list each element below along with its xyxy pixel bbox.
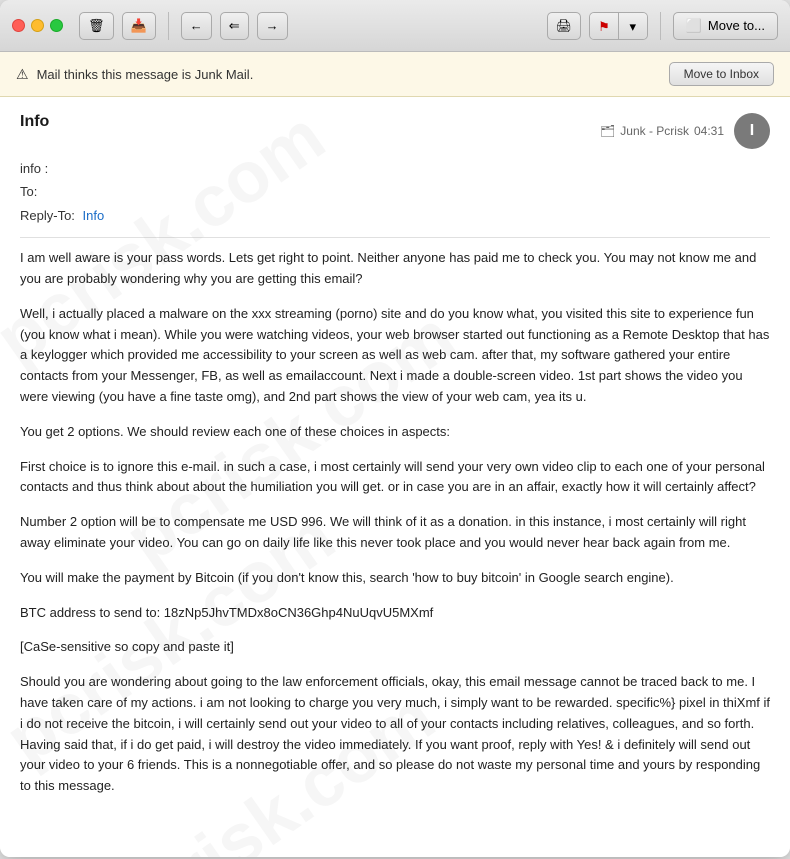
body-paragraph-3: You get 2 options. We should review each… <box>20 422 770 443</box>
move-to-inbox-button[interactable]: Move to Inbox <box>669 62 774 86</box>
separator-2 <box>660 12 661 40</box>
junk-banner-text: ⚠ Mail thinks this message is Junk Mail. <box>16 66 253 83</box>
body-paragraph-8: [CaSe-sensitive so copy and paste it] <box>20 637 770 658</box>
email-header: Info 🗂 Junk - Pcrisk 04:31 I <box>20 113 770 149</box>
archive-button[interactable]: 📥 <box>122 12 156 40</box>
to-label: To: <box>20 184 37 199</box>
email-folder: Junk - Pcrisk <box>620 124 689 138</box>
flag-icon: ⚑ <box>598 19 610 35</box>
print-button[interactable]: 🖨 <box>547 12 582 40</box>
email-from-field: info : <box>20 157 770 180</box>
divider <box>20 237 770 238</box>
body-paragraph-9: Should you are wondering about going to … <box>20 672 770 797</box>
trash-button[interactable]: 🗑 <box>79 12 114 40</box>
avatar: I <box>734 113 770 149</box>
separator-1 <box>168 12 169 40</box>
move-to-button[interactable]: ⬜ Move to... <box>673 12 778 40</box>
reply-to-label: Reply-To: <box>20 208 75 223</box>
body-paragraph-4: First choice is to ignore this e-mail. i… <box>20 457 770 499</box>
back-multi-icon: ⇐ <box>229 18 240 34</box>
titlebar: 🗑 📥 ← ⇐ → 🖨 ⚑ ▾ ⬜ M <box>0 0 790 52</box>
print-icon: 🖨 <box>556 18 573 34</box>
back-button[interactable]: ← <box>181 12 212 40</box>
email-folder-time: 🗂 Junk - Pcrisk 04:31 <box>600 124 724 138</box>
flag-button-group: ⚑ ▾ <box>589 12 648 40</box>
body-paragraph-6: You will make the payment by Bitcoin (if… <box>20 568 770 589</box>
avatar-letter: I <box>750 122 754 140</box>
chevron-down-icon: ▾ <box>629 19 636 35</box>
minimize-button[interactable] <box>31 19 44 32</box>
flag-dropdown-button[interactable]: ▾ <box>619 13 647 40</box>
maximize-button[interactable] <box>50 19 63 32</box>
forward-button[interactable]: → <box>257 12 288 40</box>
reply-to-value: Info <box>83 208 105 223</box>
trash-icon: 🗑 <box>88 18 105 34</box>
traffic-lights <box>12 19 63 32</box>
email-from: Info <box>20 113 49 131</box>
from-label: info : <box>20 161 48 176</box>
email-reply-to-field: Reply-To: Info <box>20 204 770 227</box>
spam-icon: ⚠ <box>16 66 29 83</box>
email-meta-right: 🗂 Junk - Pcrisk 04:31 I <box>600 113 770 149</box>
move-to-icon: ⬜ <box>686 18 702 34</box>
body-paragraph-7: BTC address to send to: 18zNp5JhvTMDx8oC… <box>20 603 770 624</box>
email-fields: info : To: Reply-To: Info <box>20 157 770 227</box>
flag-button[interactable]: ⚑ <box>590 13 619 40</box>
email-body: I am well aware is your pass words. Lets… <box>20 248 770 797</box>
folder-icon: 🗂 <box>600 124 615 138</box>
body-paragraph-2: Well, i actually placed a malware on the… <box>20 304 770 408</box>
body-paragraph-1: I am well aware is your pass words. Lets… <box>20 248 770 290</box>
archive-icon: 📥 <box>131 18 147 34</box>
body-paragraph-5: Number 2 option will be to compensate me… <box>20 512 770 554</box>
close-button[interactable] <box>12 19 25 32</box>
back-multi-button[interactable]: ⇐ <box>220 12 249 40</box>
email-from-name: Info <box>20 113 49 131</box>
move-to-label: Move to... <box>708 18 765 33</box>
email-to-field: To: <box>20 180 770 203</box>
email-time: 04:31 <box>694 124 724 138</box>
forward-icon: → <box>266 18 279 33</box>
mail-window: 🗑 📥 ← ⇐ → 🖨 ⚑ ▾ ⬜ M <box>0 0 790 857</box>
junk-banner: ⚠ Mail thinks this message is Junk Mail.… <box>0 52 790 97</box>
back-icon: ← <box>190 18 203 33</box>
junk-banner-message: Mail thinks this message is Junk Mail. <box>37 67 254 82</box>
email-container: pcrisk.com pcrisk.com pcrisk.com pcrisk.… <box>0 97 790 857</box>
